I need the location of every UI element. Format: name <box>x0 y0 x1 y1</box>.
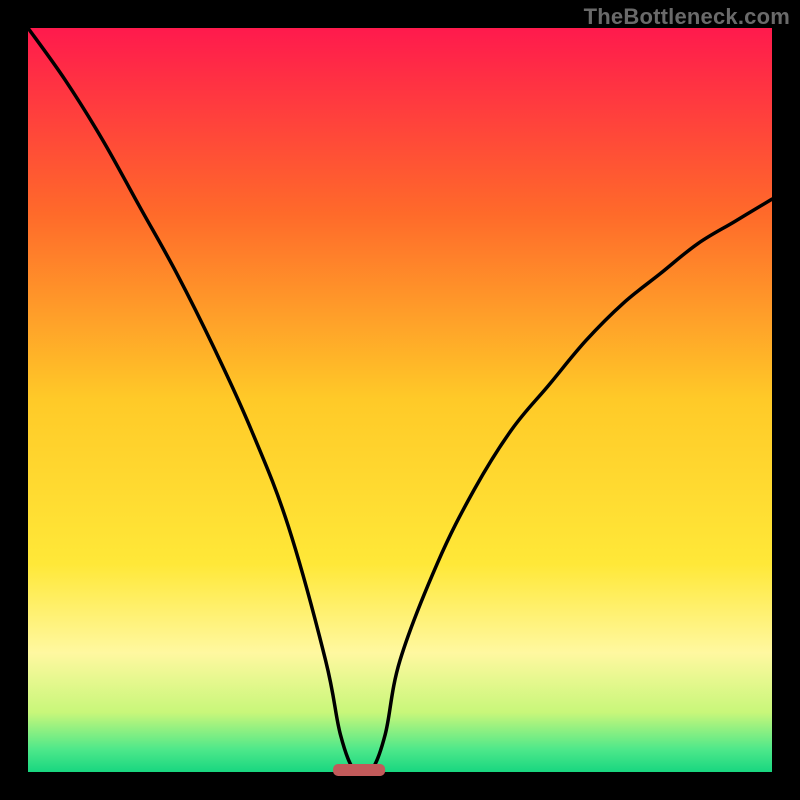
optimal-marker <box>333 764 385 776</box>
watermark-text: TheBottleneck.com <box>584 4 790 30</box>
bottleneck-chart <box>0 0 800 800</box>
